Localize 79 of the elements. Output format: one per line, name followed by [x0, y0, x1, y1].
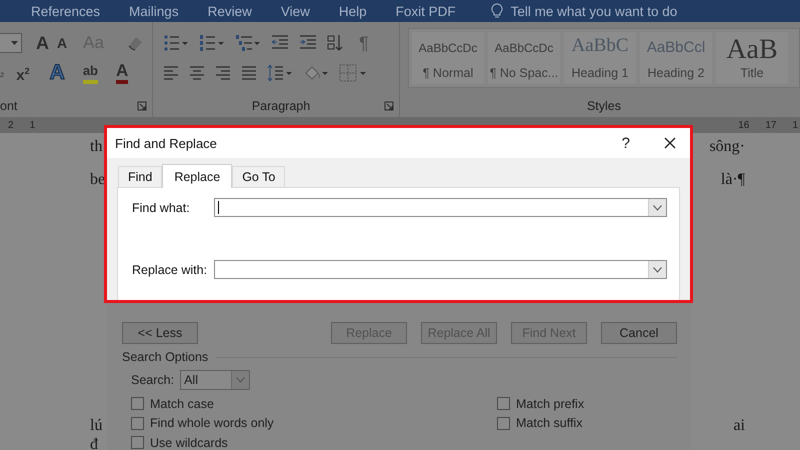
eraser-icon[interactable] — [126, 34, 144, 52]
document-text: th — [90, 137, 102, 157]
document-text: là·¶ — [720, 170, 745, 190]
justify-icon[interactable] — [241, 64, 257, 82]
dropdown-arrow-icon — [11, 40, 18, 46]
ribbon-tab[interactable]: View — [280, 4, 310, 18]
ribbon-tab[interactable]: Mailings — [129, 4, 179, 18]
checkbox-label: Match suffix — [516, 416, 582, 430]
checkbox-label: Use wildcards — [150, 436, 228, 450]
ruler-number: 2 — [8, 120, 14, 131]
group-label: ont — [0, 99, 18, 113]
checkbox[interactable] — [497, 397, 510, 410]
search-dropdown[interactable]: All — [180, 370, 250, 390]
dialog-tab[interactable]: Go To — [232, 166, 286, 187]
style-item[interactable]: AaBbC Heading 1 — [564, 32, 636, 84]
align-right-icon[interactable] — [215, 64, 231, 82]
paint-bucket-icon[interactable] — [303, 64, 329, 82]
dialog-tab[interactable]: Replace — [162, 164, 232, 188]
style-item[interactable]: AaBbCcl Heading 2 — [640, 32, 712, 84]
highlight-button[interactable]: ab — [82, 62, 98, 84]
style-item[interactable]: AaB Title — [716, 32, 788, 84]
borders-icon[interactable] — [339, 64, 367, 82]
document-text: ai — [733, 416, 745, 435]
help-button[interactable]: ? — [622, 134, 630, 152]
combo-field[interactable] — [214, 198, 667, 217]
line-spacing-icon[interactable] — [267, 64, 293, 82]
checkbox[interactable] — [497, 416, 510, 430]
checkbox-label: Find whole words only — [150, 416, 274, 430]
chevron-down-icon — [236, 377, 246, 383]
document-text: be — [90, 170, 106, 190]
ribbon-tab[interactable]: Review — [208, 4, 252, 18]
dialog-launcher-icon[interactable] — [384, 101, 394, 111]
group-label: Styles — [586, 99, 622, 113]
checkbox[interactable] — [131, 397, 144, 410]
align-center-icon[interactable] — [189, 64, 205, 82]
chevron-down-icon — [653, 266, 662, 272]
style-item[interactable]: AaBbCcDc ¶ No Spac... — [488, 32, 560, 84]
tell-me-field[interactable]: Tell me what you want to do — [510, 4, 678, 18]
chevron-down-icon — [653, 204, 662, 210]
lightbulb-icon[interactable] — [490, 3, 503, 19]
ruler-number: 1 — [30, 120, 36, 131]
checkbox[interactable] — [131, 436, 144, 450]
shrink-font-button[interactable]: A — [57, 34, 68, 52]
subscript-button[interactable]: ₂ — [0, 64, 4, 82]
ruler-number: 1 — [792, 120, 798, 131]
dialog-title: Find and Replace — [115, 136, 218, 150]
field-label: Search: — [131, 373, 174, 387]
close-icon[interactable] — [664, 137, 676, 149]
field-label: Find what: — [132, 200, 191, 214]
grow-font-button[interactable]: A — [36, 34, 49, 52]
sort-icon[interactable] — [327, 34, 343, 52]
ribbon-tab[interactable]: References — [31, 4, 100, 18]
less-button[interactable]: << Less — [122, 322, 198, 344]
dialog-launcher-icon[interactable] — [137, 101, 147, 111]
bullet-list-icon[interactable] — [163, 34, 189, 52]
ruler-number: 16 — [738, 120, 750, 131]
align-left-icon[interactable] — [163, 64, 179, 82]
numbered-list-icon[interactable] — [199, 34, 225, 52]
style-item[interactable]: AaBbCcDc ¶ Normal — [412, 32, 484, 84]
checkbox-label: Match prefix — [516, 396, 584, 411]
checkbox-label: Match case — [150, 396, 214, 411]
ribbon-tab[interactable]: Foxit PDF — [396, 4, 456, 18]
ribbon-tab[interactable]: Help — [338, 4, 367, 18]
document-text: sông· — [709, 137, 745, 157]
dialog-tab[interactable]: Find — [118, 166, 162, 187]
ruler-number: 17 — [765, 120, 776, 131]
document-text: đ — [90, 435, 98, 450]
group-label: Paragraph — [252, 99, 310, 113]
superscript-button[interactable]: x$^{2}$ — [16, 62, 30, 84]
field-label: Replace with: — [132, 262, 208, 276]
combo-field[interactable] — [214, 260, 667, 279]
checkbox[interactable] — [131, 416, 144, 430]
show-marks-button[interactable]: ¶ — [359, 34, 369, 52]
document-text: lú — [90, 416, 102, 435]
font-color-button[interactable]: A — [116, 62, 128, 84]
dialog-button[interactable]: Cancel — [601, 322, 677, 344]
multilevel-list-icon[interactable] — [235, 34, 261, 52]
font-size-field[interactable] — [0, 33, 22, 53]
section-title: Search Options — [122, 350, 208, 364]
